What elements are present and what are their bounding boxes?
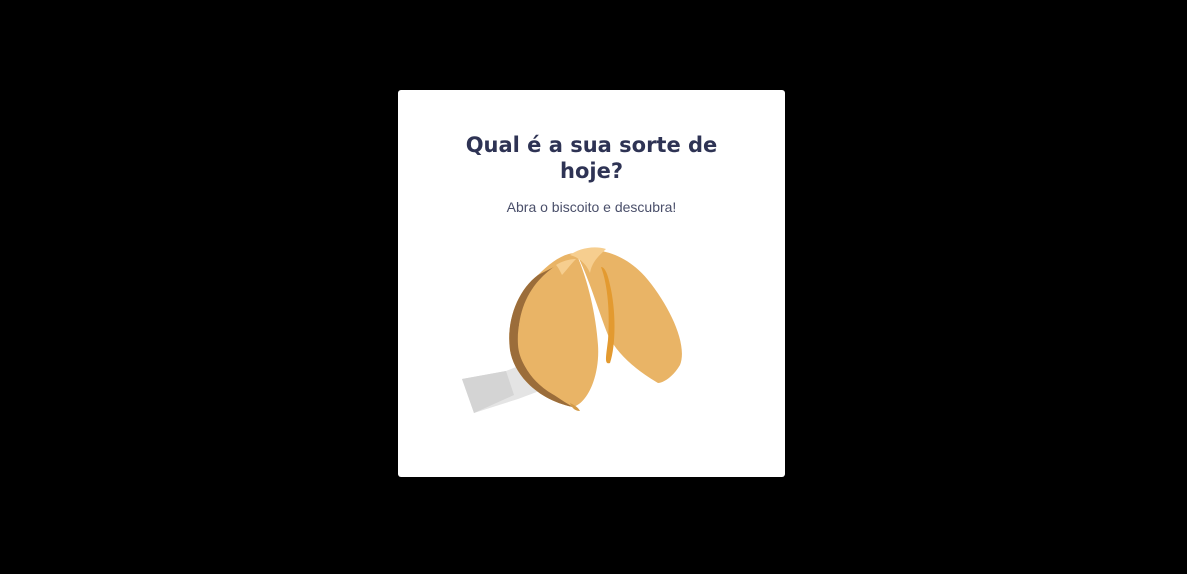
modal-subtitle: Abra o biscoito e descubra! [506, 199, 677, 215]
fortune-cookie-icon[interactable] [458, 235, 698, 420]
modal-title: Qual é a sua sorte de hoje? [465, 133, 718, 183]
fortune-modal: Qual é a sua sorte de hoje? Abra o bisco… [398, 90, 785, 477]
